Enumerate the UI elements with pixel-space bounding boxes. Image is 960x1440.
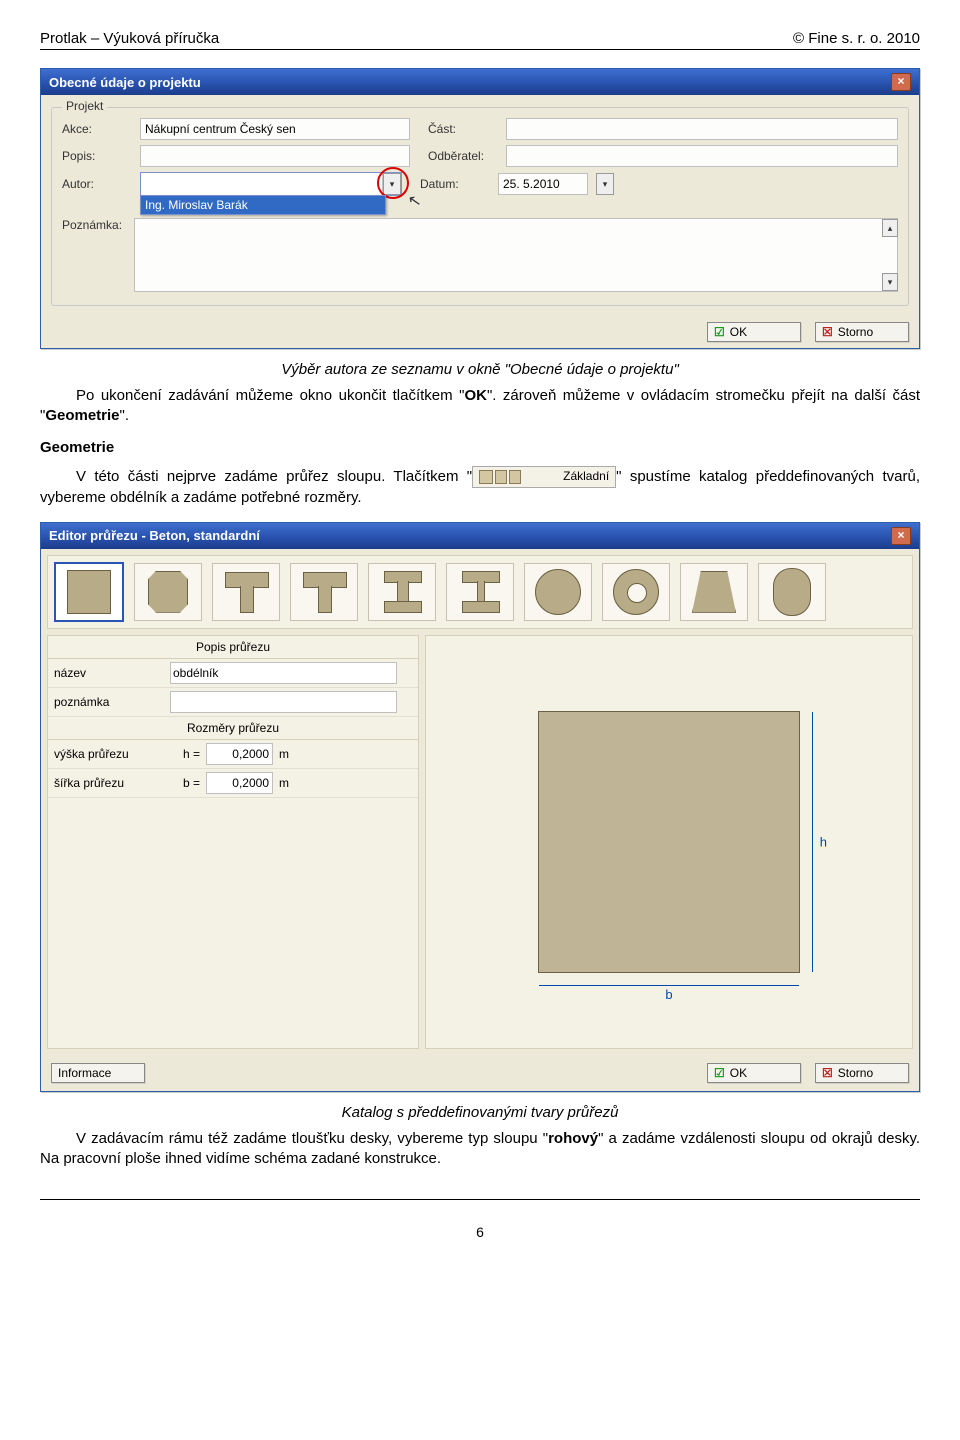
label-akce: Akce:: [62, 122, 132, 136]
paragraph-1: Po ukončení zadávání můžeme okno ukončit…: [40, 386, 920, 427]
info-button-label: Informace: [58, 1066, 111, 1080]
cursor-icon: ↖: [406, 190, 423, 212]
unit-h: m: [279, 747, 295, 761]
section-header-popis: Popis průřezu: [48, 636, 418, 659]
shape-i-button[interactable]: [368, 563, 436, 621]
symbol-h: h =: [170, 747, 200, 761]
input-name[interactable]: [170, 662, 397, 684]
i-icon: [509, 470, 521, 484]
scroll-down-icon[interactable]: ▾: [882, 273, 898, 291]
textarea-poznamka[interactable]: ▴ ▾: [134, 218, 898, 292]
paragraph-3: V zadávacím rámu též zadáme tloušťku des…: [40, 1129, 920, 1170]
cancel-button-label: Storno: [838, 325, 873, 339]
date-chevron-down-icon[interactable]: ▾: [596, 173, 614, 195]
label-datum: Datum:: [410, 177, 490, 191]
shape-circle-button[interactable]: [524, 563, 592, 621]
editor-cancel-label: Storno: [838, 1066, 873, 1080]
tee-icon: [495, 470, 507, 484]
page-header: Protlak – Výuková příručka © Fine s. r. …: [40, 30, 920, 47]
editor-cancel-button[interactable]: ☒ Storno: [815, 1063, 909, 1083]
label-autor: Autor:: [62, 177, 132, 191]
figure-caption-1: Výběr autora ze seznamu v okně "Obecné ú…: [40, 361, 920, 378]
author-dropdown[interactable]: ▾ ↖ Ing. Miroslav Barák: [140, 172, 402, 196]
input-odberatel[interactable]: [506, 145, 898, 167]
input-width[interactable]: [206, 772, 273, 794]
ok-button[interactable]: ☑ OK: [707, 322, 801, 342]
input-akce[interactable]: [140, 118, 410, 140]
x-icon: ☒: [822, 325, 833, 339]
shape-trapezoid-button[interactable]: [680, 563, 748, 621]
input-height[interactable]: [206, 743, 273, 765]
close-icon[interactable]: ×: [891, 73, 911, 91]
dim-line-h: [812, 712, 813, 972]
dim-label-b: b: [665, 987, 672, 1002]
properties-pane: Popis průřezu název poznámka Rozměry prů…: [47, 635, 419, 1049]
page-number: 6: [40, 1224, 920, 1240]
input-popis[interactable]: [140, 145, 410, 167]
author-option-selected[interactable]: Ing. Miroslav Barák: [141, 196, 385, 214]
author-dropdown-list: Ing. Miroslav Barák: [140, 195, 386, 215]
check-icon: ☑: [714, 1066, 725, 1080]
close-icon[interactable]: ×: [891, 527, 911, 545]
shape-i2-button[interactable]: [446, 563, 514, 621]
label-popis: Popis:: [62, 149, 132, 163]
project-fieldset: Projekt Akce: Část: Popis: Odběratel: Au…: [51, 107, 909, 306]
label-width: šířka průřezu: [54, 776, 164, 790]
header-rule: [40, 49, 920, 50]
shape-tee-button[interactable]: [212, 563, 280, 621]
section-editor-dialog: Editor průřezu - Beton, standardní × Pop…: [40, 522, 920, 1092]
check-icon: ☑: [714, 325, 725, 339]
preview-pane: h b: [425, 635, 913, 1049]
ok-button-label: OK: [730, 325, 747, 339]
editor-ok-label: OK: [730, 1066, 747, 1080]
cancel-button[interactable]: ☒ Storno: [815, 322, 909, 342]
scroll-up-icon[interactable]: ▴: [882, 219, 898, 237]
preview-rectangle: h b: [538, 711, 800, 973]
shape-tee2-button[interactable]: [290, 563, 358, 621]
rect-icon: [479, 470, 493, 484]
x-icon: ☒: [822, 1066, 833, 1080]
info-button[interactable]: Informace: [51, 1063, 145, 1083]
editor-dialog-title: Editor průřezu - Beton, standardní: [49, 528, 260, 543]
unit-b: m: [279, 776, 295, 790]
header-left: Protlak – Výuková příručka: [40, 30, 219, 47]
label-poznamka: Poznámka:: [62, 218, 126, 232]
label-height: výška průřezu: [54, 747, 164, 761]
shape-icons-group: [479, 470, 521, 484]
footer-rule: [40, 1199, 920, 1200]
input-cast[interactable]: [506, 118, 898, 140]
figure-caption-2: Katalog s předdefinovanými tvary průřezů: [40, 1104, 920, 1121]
editor-ok-button[interactable]: ☑ OK: [707, 1063, 801, 1083]
dim-line-b: [539, 985, 799, 986]
dialog-titlebar[interactable]: Obecné údaje o projektu ×: [41, 69, 919, 95]
shape-toolbar: [47, 555, 913, 629]
input-datum[interactable]: [498, 173, 588, 195]
scrollbar[interactable]: ▴ ▾: [882, 219, 897, 291]
symbol-b: b =: [170, 776, 200, 790]
inline-button-label: Základní: [527, 468, 609, 484]
fieldset-legend: Projekt: [62, 99, 107, 113]
shape-ring-button[interactable]: [602, 563, 670, 621]
shape-octagon-button[interactable]: [134, 563, 202, 621]
label-cast: Část:: [418, 122, 498, 136]
shape-rect-button[interactable]: [54, 562, 124, 622]
header-right: © Fine s. r. o. 2010: [793, 30, 920, 47]
dialog-title-text: Obecné údaje o projektu: [49, 75, 201, 90]
paragraph-2: V této části nejprve zadáme průřez sloup…: [40, 466, 920, 508]
label-note: poznámka: [54, 695, 164, 709]
label-name: název: [54, 666, 164, 680]
project-info-dialog: Obecné údaje o projektu × Projekt Akce: …: [40, 68, 920, 349]
input-note[interactable]: [170, 691, 397, 713]
section-header-rozmery: Rozměry průřezu: [48, 717, 418, 740]
inline-basic-shapes-button[interactable]: Základní: [472, 466, 616, 488]
heading-geometrie: Geometrie: [40, 439, 920, 456]
editor-dialog-titlebar[interactable]: Editor průřezu - Beton, standardní ×: [41, 523, 919, 549]
dim-label-h: h: [820, 834, 827, 849]
label-odberatel: Odběratel:: [418, 149, 498, 163]
chevron-down-icon[interactable]: ▾: [383, 173, 401, 195]
shape-pill-button[interactable]: [758, 563, 826, 621]
